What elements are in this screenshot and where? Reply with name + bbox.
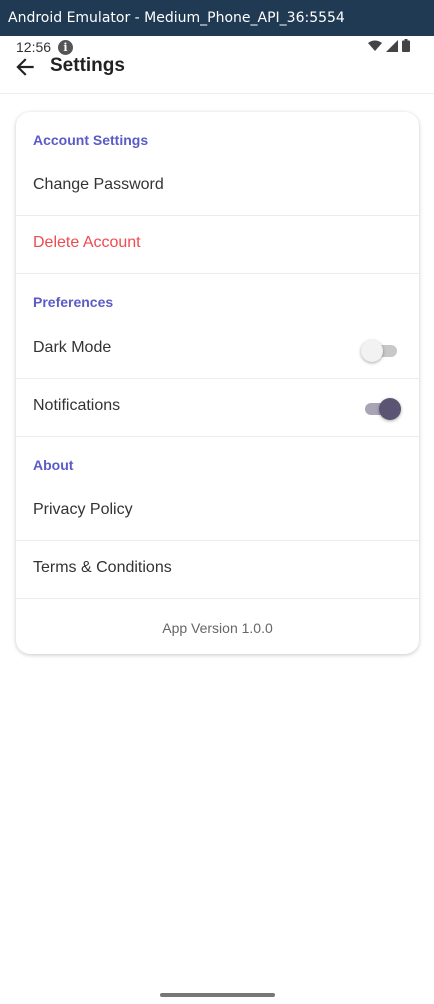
terms-conditions-label: Terms & Conditions (33, 559, 172, 576)
notifications-toggle[interactable] (363, 398, 401, 420)
delete-account-label: Delete Account (33, 234, 141, 251)
back-arrow-icon[interactable] (12, 54, 38, 80)
change-password-item[interactable]: Change Password (16, 158, 419, 216)
gesture-nav-handle[interactable] (160, 993, 275, 997)
section-header-account: Account Settings (33, 132, 149, 148)
section-header-preferences: Preferences (33, 294, 114, 310)
toggle-thumb (361, 340, 383, 362)
app-bar: Settings (0, 50, 434, 94)
delete-account-item[interactable]: Delete Account (16, 216, 419, 274)
terms-conditions-item[interactable]: Terms & Conditions (16, 541, 419, 599)
page-title: Settings (50, 55, 125, 76)
emulator-title: Android Emulator - Medium_Phone_API_36:5… (8, 10, 345, 26)
section-header-about: About (33, 457, 74, 473)
dark-mode-toggle[interactable] (361, 340, 399, 362)
privacy-policy-item[interactable]: Privacy Policy (16, 483, 419, 541)
app-version-text: App Version 1.0.0 (162, 620, 273, 636)
change-password-label: Change Password (33, 176, 164, 193)
emulator-title-bar: Android Emulator - Medium_Phone_API_36:5… (0, 0, 434, 36)
toggle-thumb (379, 398, 401, 420)
settings-card: Account Settings Change Password Delete … (16, 112, 419, 654)
dark-mode-label: Dark Mode (33, 339, 112, 356)
privacy-policy-label: Privacy Policy (33, 501, 133, 518)
notifications-label: Notifications (33, 397, 121, 414)
notifications-item: Notifications (16, 379, 419, 437)
dark-mode-item: Dark Mode (16, 321, 419, 379)
